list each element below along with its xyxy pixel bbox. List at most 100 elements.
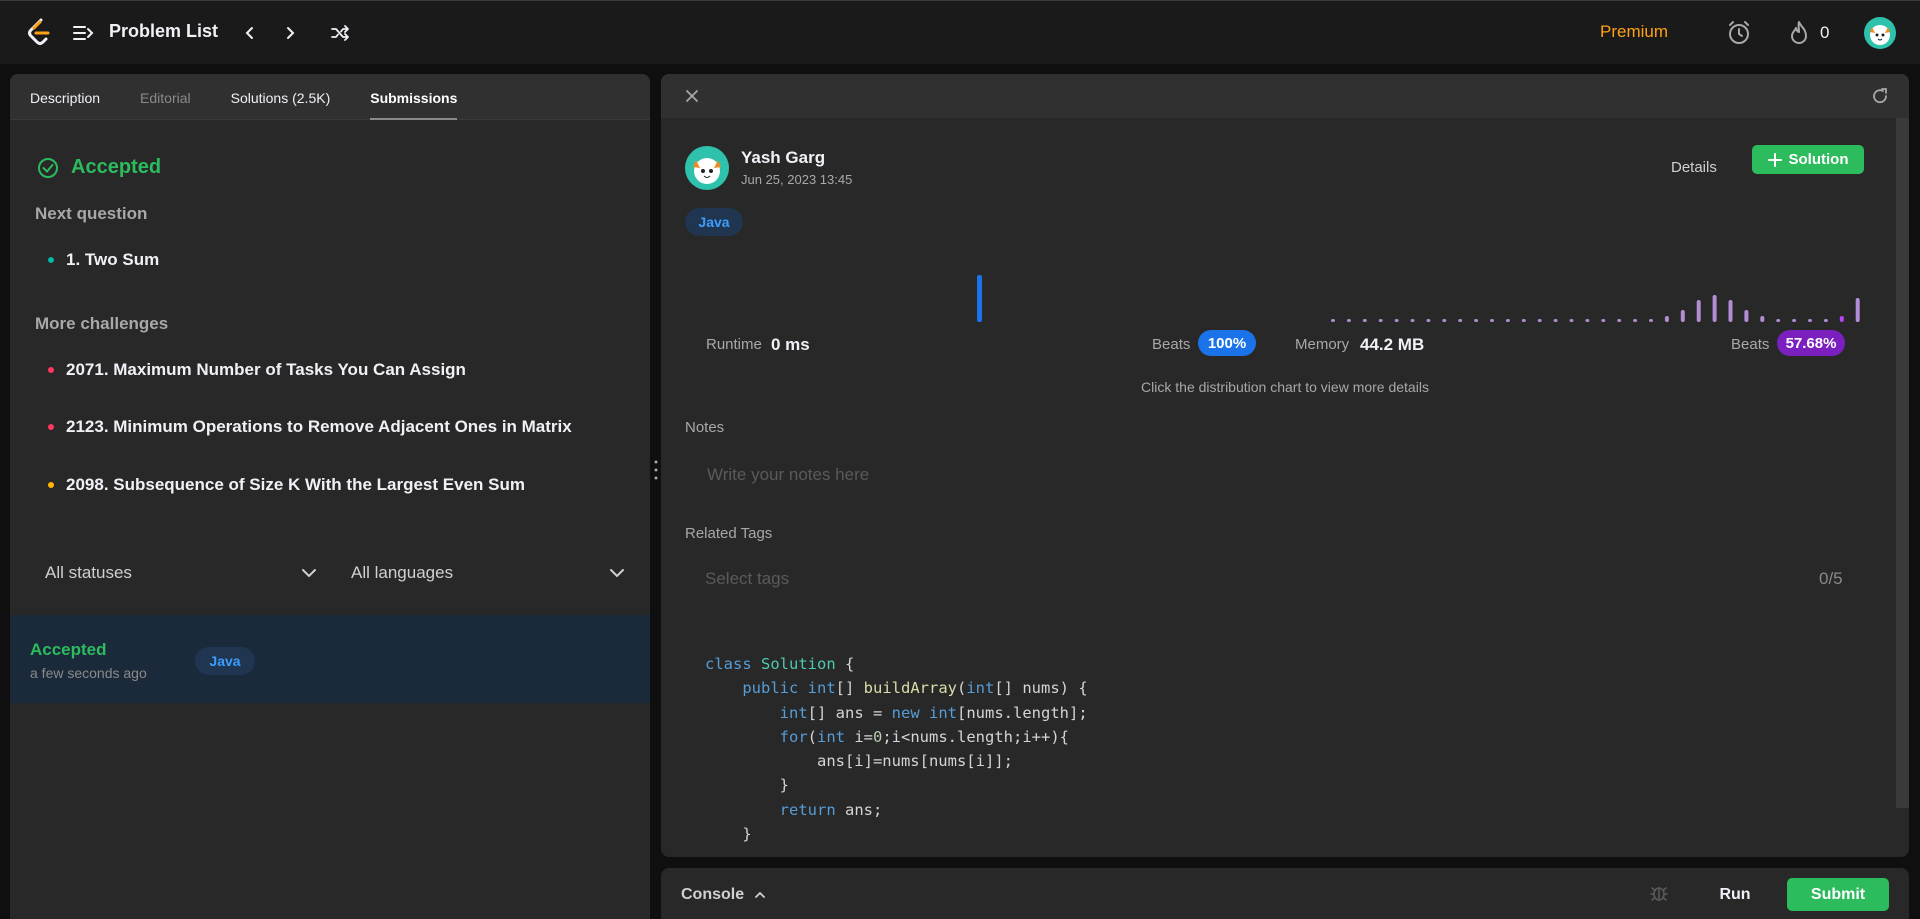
console-label: Console [681,886,745,903]
runtime-label: Runtime [706,336,762,353]
distribution-hint: Click the distribution chart to view mor… [1141,379,1429,395]
streak-count: 0 [1820,23,1830,42]
memory-bar [1362,319,1367,322]
tags-select[interactable]: Select tags [705,569,789,589]
memory-bar [1331,319,1335,322]
chevron-down-icon [610,569,624,578]
code-line: return ans; [779,800,883,819]
memory-bar [1633,319,1638,322]
memory-bar [1760,316,1765,322]
memory-bar [1346,319,1351,322]
solution-button-label: Solution [1788,151,1849,168]
runtime-bar [977,275,982,322]
submission-detail-panel: Yash Garg Jun 25, 2023 13:45 Details Sol… [661,74,1909,857]
user-name[interactable]: Yash Garg [741,148,825,168]
language-badge: Java [685,208,743,236]
status-filter[interactable]: All statuses [45,563,317,583]
shuffle-icon[interactable] [326,19,354,47]
memory-bar [1601,319,1606,322]
memory-bar [1442,319,1447,322]
check-circle-icon [38,157,58,178]
code-block: class Solution { public int[] buildArray… [705,652,1088,846]
close-icon[interactable] [685,89,699,103]
runtime-beats-badge: 100% [1198,330,1256,356]
left-panel: Description Editorial Solutions (2.5K) S… [10,74,650,919]
code-line: } [742,825,752,844]
language-filter[interactable]: All languages [351,563,625,583]
memory-bar [1839,316,1844,322]
memory-bar [1712,295,1717,322]
console-bar: Console Run Submit [661,868,1909,919]
submit-button[interactable]: Submit [1787,878,1889,911]
memory-bar [1426,319,1431,322]
problem-tabs: Description Editorial Solutions (2.5K) S… [10,74,650,120]
challenge-item[interactable]: 2098. Subsequence of Size K With the Lar… [48,475,525,495]
next-question-label: Next question [35,204,148,223]
more-challenges-label: More challenges [35,314,169,333]
code-line: int[] ans = new int[nums.length]; [779,703,1088,722]
runtime-beats-label: Beats [1152,336,1191,353]
tab-description[interactable]: Description [30,90,100,119]
alarm-icon[interactable] [1725,19,1753,47]
console-toggle[interactable]: Console [681,886,766,904]
chevron-right-icon[interactable] [276,19,304,47]
user-avatar[interactable] [685,146,729,190]
next-question-item[interactable]: 1. Two Sum [48,250,159,270]
hard-dot [48,367,54,373]
run-button[interactable]: Run [1699,878,1771,911]
panel-resize-handle[interactable] [653,458,659,482]
submission-status: Accepted [30,640,107,659]
add-solution-button[interactable]: Solution [1752,145,1864,174]
accepted-label: Accepted [71,156,162,178]
submission-time: a few seconds ago [30,665,147,681]
code-line: public int[] buildArray(int[] nums) { [742,679,1088,698]
panel-header [661,74,1909,118]
memory-bar [1394,319,1399,322]
leetcode-logo-icon[interactable] [26,18,52,48]
memory-bar [1617,319,1622,322]
memory-bar [1378,319,1383,322]
submission-row[interactable]: Accepted a few seconds ago Java [10,615,650,703]
refresh-icon[interactable] [1871,87,1889,105]
debug-icon[interactable] [1649,883,1669,903]
premium-link[interactable]: Premium [1600,22,1668,42]
tab-editorial[interactable]: Editorial [140,90,191,119]
avatar[interactable] [1864,17,1896,49]
runtime-distribution-chart[interactable] [701,264,1141,324]
memory-label: Memory [1295,336,1350,353]
challenge-item[interactable]: 2123. Minimum Operations to Remove Adjac… [48,417,572,437]
memory-bar [1664,316,1669,322]
challenge-title[interactable]: 2098. Subsequence of Size K With the Lar… [66,475,525,495]
tab-submissions[interactable]: Submissions [370,90,458,120]
memory-bar [1569,319,1574,322]
chevron-down-icon [302,569,316,578]
memory-value: 44.2 MB [1360,335,1425,354]
memory-beats-badge: 57.68% [1777,330,1845,356]
challenge-item[interactable]: 2071. Maximum Number of Tasks You Can As… [48,360,466,380]
top-navbar: Problem List Premium 0 [0,0,1920,64]
memory-bar [1808,319,1812,322]
chevron-left-icon[interactable] [236,19,264,47]
memory-distribution-chart[interactable] [1301,264,1861,324]
memory-bar [1744,310,1749,322]
problem-list-link[interactable]: Problem List [109,21,218,42]
memory-bar [1410,319,1415,322]
memory-bar [1696,300,1701,322]
next-question-title[interactable]: 1. Two Sum [66,250,159,270]
code-line: class Solution { [705,655,855,673]
chevron-up-icon [755,891,766,898]
memory-bar [1680,310,1685,322]
details-link[interactable]: Details [1671,159,1717,176]
memory-bar [1490,319,1494,322]
challenge-title[interactable]: 2071. Maximum Number of Tasks You Can As… [66,360,466,380]
fire-icon[interactable] [1785,19,1813,47]
notes-label: Notes [685,419,725,436]
list-icon[interactable] [72,23,94,43]
challenge-title[interactable]: 2123. Minimum Operations to Remove Adjac… [66,417,572,437]
notes-input[interactable]: Write your notes here [707,465,869,485]
memory-bar [1505,319,1510,322]
memory-bar [1792,319,1797,322]
tab-solutions[interactable]: Solutions (2.5K) [231,90,331,119]
scrollbar[interactable] [1896,118,1909,808]
memory-bar [1585,319,1590,322]
